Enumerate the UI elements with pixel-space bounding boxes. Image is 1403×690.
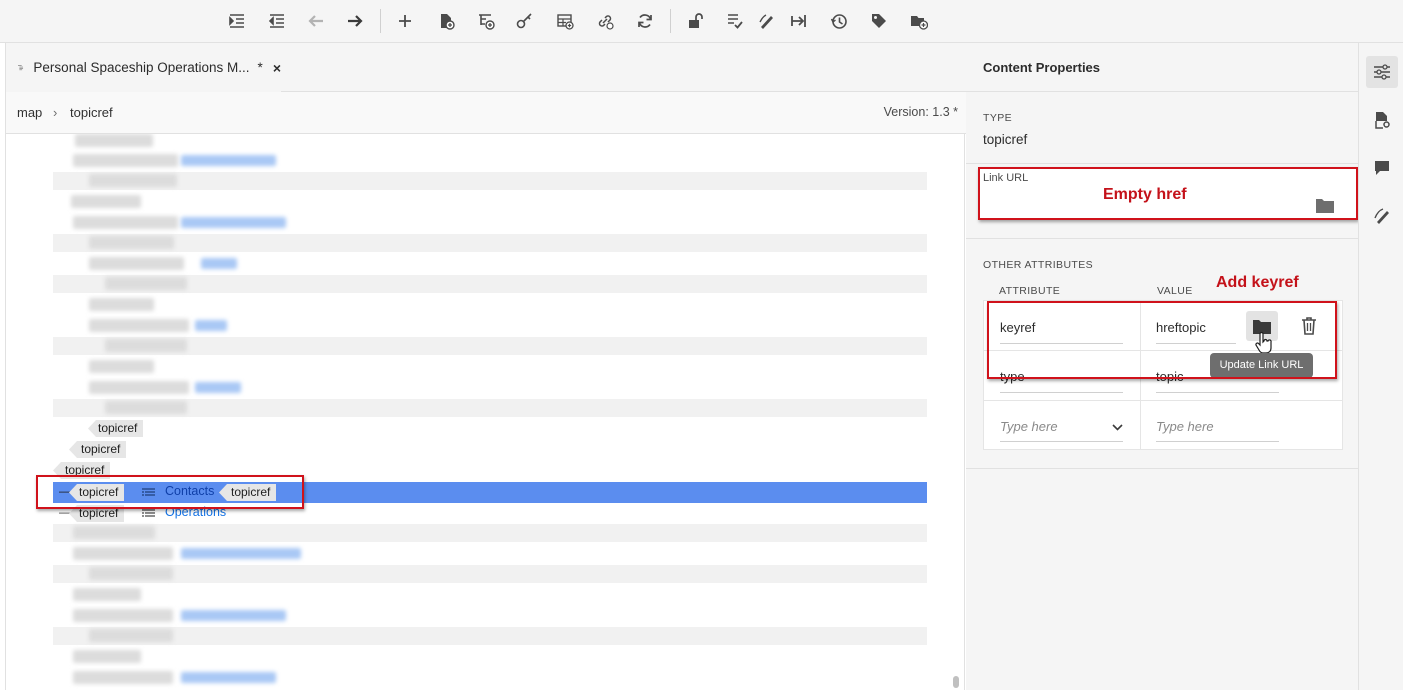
- map-editor-panel: Personal Spaceship Operations M... * × m…: [5, 43, 966, 690]
- unlock-icon[interactable]: [682, 9, 708, 33]
- close-icon[interactable]: ×: [273, 60, 281, 76]
- tree-row[interactable]: [53, 586, 927, 604]
- tree-row[interactable]: [53, 607, 927, 625]
- file-settings-icon[interactable]: [1366, 104, 1398, 136]
- tree-row[interactable]: [53, 627, 927, 645]
- map-file-icon: [18, 64, 24, 70]
- chevron-down-icon[interactable]: [1112, 424, 1123, 431]
- tree-row[interactable]: [53, 214, 927, 232]
- tree-row[interactable]: [53, 379, 927, 397]
- outdent-icon[interactable]: [264, 9, 290, 33]
- history-icon[interactable]: [826, 9, 852, 33]
- breadcrumb-item-map[interactable]: map: [17, 105, 42, 120]
- checklist-icon[interactable]: [722, 9, 748, 33]
- indent-icon[interactable]: [224, 9, 250, 33]
- topic-file-icon: [142, 509, 155, 517]
- other-attributes-label: OTHER ATTRIBUTES: [983, 259, 1094, 271]
- attribute-column-header: ATTRIBUTE: [999, 285, 1061, 297]
- insert-topicref-icon[interactable]: [473, 9, 499, 33]
- tree-row[interactable]: [53, 152, 927, 170]
- panel-title: Content Properties: [983, 60, 1101, 75]
- new-topic-icon[interactable]: [433, 9, 459, 33]
- tree-row[interactable]: [53, 524, 927, 542]
- key-icon[interactable]: [512, 9, 538, 33]
- export-icon[interactable]: [786, 9, 812, 33]
- insert-table-icon[interactable]: [552, 9, 578, 33]
- breadcrumb: map › topicref Version: 1.3 *: [6, 92, 966, 134]
- tree-row[interactable]: [53, 399, 927, 417]
- main-toolbar: [0, 0, 1403, 43]
- tree-row[interactable]: [53, 255, 927, 273]
- tag-icon[interactable]: [866, 9, 892, 33]
- tree-row[interactable]: [53, 172, 927, 190]
- tree-row[interactable]: [53, 648, 927, 666]
- review-icon[interactable]: [1366, 200, 1398, 232]
- type-value: topicref: [983, 132, 1028, 147]
- tree-row[interactable]: [53, 275, 927, 293]
- edit-sign-icon[interactable]: [754, 9, 780, 33]
- tree-row[interactable]: [53, 193, 927, 211]
- add-icon[interactable]: [392, 9, 418, 33]
- annotation-add-keyref-text: Add keyref: [1216, 274, 1299, 291]
- tab-modified-indicator: *: [257, 60, 263, 75]
- new-attribute-input[interactable]: Type here: [1000, 419, 1058, 434]
- refresh-icon[interactable]: [632, 9, 658, 33]
- tree-row[interactable]: [53, 358, 927, 376]
- annotation-selected-row-box: [36, 475, 304, 509]
- tree-topicref-tag[interactable]: topicref: [69, 441, 127, 458]
- value-column-header: VALUE: [1157, 285, 1193, 297]
- tree-row[interactable]: [53, 337, 927, 355]
- comment-icon[interactable]: [1366, 152, 1398, 184]
- new-value-input[interactable]: Type here: [1156, 419, 1214, 434]
- tree-row[interactable]: [53, 545, 927, 563]
- tree-row[interactable]: [53, 565, 927, 583]
- scrollbar-thumb[interactable]: [953, 676, 959, 688]
- right-rail: [1358, 43, 1403, 690]
- tab-document[interactable]: Personal Spaceship Operations M... * ×: [6, 43, 281, 92]
- new-folder-icon[interactable]: [906, 9, 932, 33]
- tree-row[interactable]: [53, 296, 927, 314]
- tree-topicref-tag[interactable]: topicref: [88, 420, 144, 437]
- map-tree: topicref topicref topicref — topicref Co…: [6, 134, 961, 690]
- annotation-empty-href-text: Empty href: [1103, 186, 1187, 203]
- tree-row[interactable]: [53, 669, 927, 687]
- tree-row[interactable]: [53, 134, 927, 148]
- chevron-right-icon: ›: [53, 105, 58, 120]
- tree-row[interactable]: [53, 317, 927, 335]
- type-label: TYPE: [983, 112, 1013, 124]
- tab-bar: Personal Spaceship Operations M... * ×: [6, 43, 966, 92]
- tree-row[interactable]: [53, 234, 927, 252]
- move-left-icon[interactable]: [303, 9, 329, 33]
- tab-title: Personal Spaceship Operations M...: [33, 60, 250, 75]
- annotation-keyref-row-box: [987, 301, 1337, 379]
- properties-icon[interactable]: [1366, 56, 1398, 88]
- link-icon[interactable]: [592, 9, 618, 33]
- move-right-icon[interactable]: [342, 9, 368, 33]
- breadcrumb-item-topicref[interactable]: topicref: [70, 105, 113, 120]
- version-label: Version: 1.3 *: [883, 105, 958, 119]
